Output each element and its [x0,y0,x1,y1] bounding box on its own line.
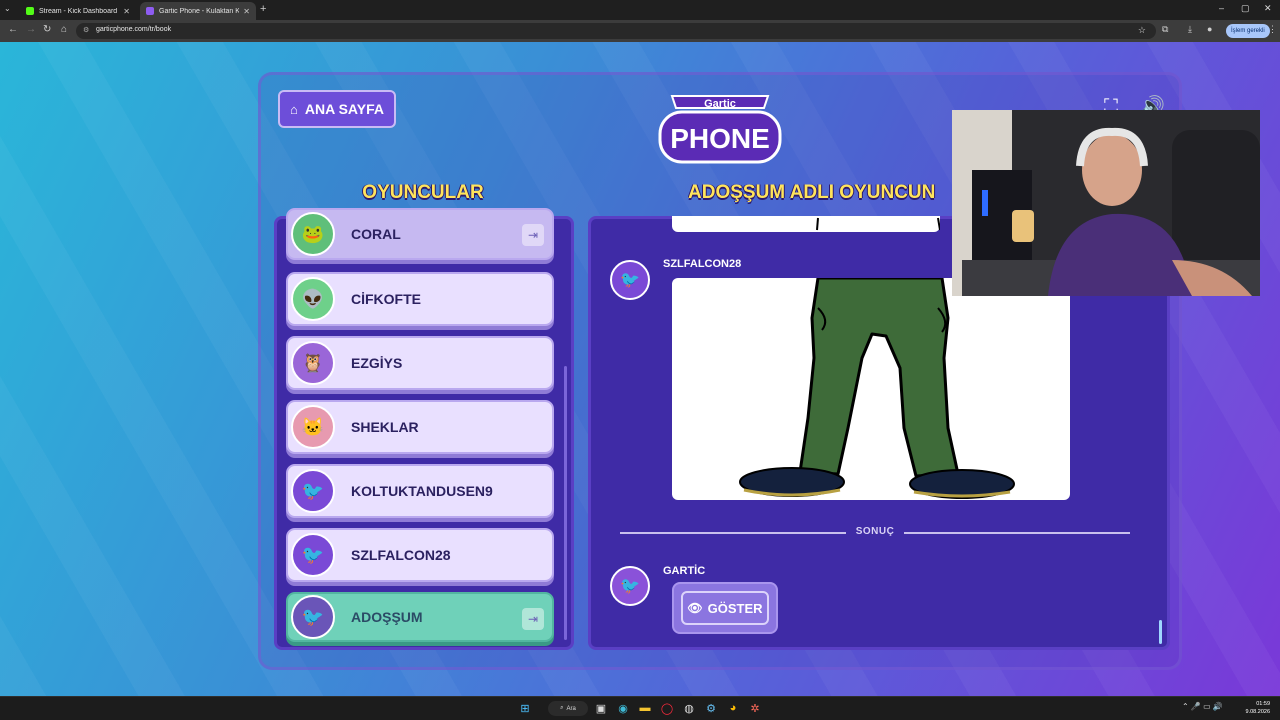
player-card: 👽 CİFKOFTE [286,272,554,326]
gartic-favicon-icon [146,7,154,15]
clock[interactable]: 01:59 9.08.2026 [1240,700,1270,716]
url-text: garticphone.com/tr/book [96,26,172,33]
profile-icon[interactable]: ● [1207,24,1212,34]
tab-title: Stream - Kick Dashboard [39,7,118,15]
obs-icon[interactable]: ◍ [682,701,696,715]
players-scrollbar[interactable] [564,366,567,640]
taskbar-search[interactable]: ⌕ Ara [548,701,588,716]
result-label: SONUÇ [855,526,895,537]
bookmark-star-icon[interactable]: ☆ [1138,25,1146,36]
player-name: CORAL [351,226,401,242]
player-card: 🐸 CORAL ⇥ [286,208,554,260]
site-info-icon[interactable]: ⚙ [83,26,89,34]
app-icon[interactable]: ✲ [748,701,762,715]
url-field[interactable]: ⚙ garticphone.com/tr/book ☆ [76,23,1156,39]
minimize-icon[interactable]: – [1219,3,1224,13]
system-tray[interactable]: ⌃ 🎤 ▭ 🔊 [1182,702,1223,711]
chrome-icon[interactable]: ◕ [726,701,740,715]
new-tab-icon[interactable]: + [260,3,266,15]
logo-bottom-text: PHONE [670,123,770,154]
edge-icon[interactable]: ◉ [616,701,630,715]
album-scrollbar[interactable] [1159,620,1162,644]
player-avatar: 🐦 [291,533,335,577]
result-author-name: GARTİC [663,565,706,577]
back-icon[interactable]: ← [8,24,18,35]
tab-title: Gartic Phone - Kulaktan Kulağa [159,7,240,15]
player-avatar: 🐱 [291,405,335,449]
logo-top-text: Gartic [704,98,736,110]
drawing-image [739,278,1015,499]
show-result-button-frame: 👁 GÖSTER [681,591,769,625]
leave-icon[interactable]: ⇥ [522,608,544,630]
drawing-card [672,278,1070,500]
browser-menu-icon[interactable]: ⋮ [1268,24,1277,35]
home-icon[interactable]: ⌂ [61,24,67,35]
close-tab-icon[interactable]: ✕ [123,7,130,16]
file-explorer-icon[interactable]: ▬ [638,701,652,715]
player-avatar: 👽 [291,277,335,321]
player-name: ADOŞŞUM [351,609,423,625]
tab-strip: ⌄ Stream - Kick Dashboard ✕ Gartic Phone… [0,0,1280,20]
player-name: SHEKLAR [351,419,419,435]
previous-drawing [672,216,941,232]
webcam-overlay [952,110,1260,296]
tab-gartic-phone[interactable]: Gartic Phone - Kulaktan Kulağa ✕ [140,2,256,20]
player-card-self: 🐦 ADOŞŞUM ⇥ [286,592,554,642]
player-name: KOLTUKTANDUSEN9 [351,483,493,499]
task-view-icon[interactable]: ▣ [594,701,608,715]
player-avatar: 🦉 [291,341,335,385]
windows-start-icon[interactable]: ⊞ [518,701,532,715]
extensions-icon[interactable]: ⧉ [1162,24,1168,35]
clock-date: 9.08.2026 [1245,709,1270,715]
eye-icon: 👁 [687,601,703,615]
action-required-button[interactable]: İşlem gerekli [1226,24,1270,38]
player-avatar: 🐸 [291,212,335,256]
clock-time: 01:59 [1256,701,1270,707]
players-heading: OYUNCULAR [362,182,484,203]
result-divider [620,532,846,534]
house-icon: ⌂ [290,101,298,117]
player-avatar: 🐦 [291,469,335,513]
player-name: SZLFALCON28 [351,547,451,563]
player-name: EZGİYS [351,355,403,371]
home-button-label: ANA SAYFA [304,101,384,117]
player-card: 🐦 KOLTUKTANDUSEN9 [286,464,554,518]
kick-player-icon[interactable]: ⇥ [522,224,544,246]
close-window-icon[interactable]: ✕ [1264,3,1272,14]
taskbar-search-label: Ara [566,705,576,712]
drawing-author-name: SZLFALCON28 [663,258,742,270]
player-card: 🐦 SZLFALCON28 [286,528,554,582]
gartic-phone-logo: Gartic PHONE [658,95,782,164]
author-avatar: 🐦 [610,260,650,300]
search-icon: ⌕ [560,705,564,711]
tab-kick-dashboard[interactable]: Stream - Kick Dashboard ✕ [20,2,136,20]
show-button-label: GÖSTER [707,600,763,616]
taskbar: ⊞ ⌕ Ara ▣ ◉ ▬ ◯ ◍ ⚙ ◕ ✲ ⌃ 🎤 ▭ 🔊 01:59 9.… [0,696,1280,720]
close-tab-icon[interactable]: ✕ [243,7,250,16]
kick-favicon-icon [26,7,34,15]
forward-icon[interactable]: → [26,24,36,35]
player-card: 🦉 EZGİYS [286,336,554,390]
result-divider [904,532,1130,534]
steam-icon[interactable]: ⚙ [704,701,718,715]
gartic-avatar: 🐦 [610,566,650,606]
tab-search-icon[interactable]: ⌄ [4,4,11,13]
download-icon[interactable]: ⤓ [1188,24,1192,35]
show-result-button[interactable]: 👁 GÖSTER [672,582,778,634]
player-name: CİFKOFTE [351,291,421,307]
home-button[interactable]: ⌂ ANA SAYFA [278,90,396,128]
player-card: 🐱 SHEKLAR [286,400,554,454]
player-avatar: 🐦 [291,595,335,639]
maximize-icon[interactable]: ▢ [1241,3,1250,14]
album-heading: ADOŞŞUM ADLI OYUNCUN [688,182,936,203]
webcam-image [952,110,1260,296]
previous-drawing-strokes [816,217,941,231]
opera-icon[interactable]: ◯ [660,701,674,715]
address-bar: ← → ↻ ⌂ ⚙ garticphone.com/tr/book ☆ ⧉ ⤓ … [0,20,1280,42]
reload-icon[interactable]: ↻ [43,24,51,35]
